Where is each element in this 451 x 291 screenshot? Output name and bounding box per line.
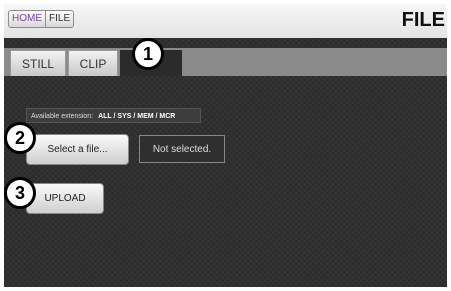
breadcrumb-file[interactable]: FILE	[46, 10, 75, 28]
callout-3: 3	[4, 177, 36, 209]
extension-values: ALL / SYS / MEM / MCR	[98, 113, 176, 120]
header-bar: HOME FILE FILE	[4, 4, 447, 38]
callout-2: 2	[4, 122, 36, 154]
select-file-button[interactable]: Select a file...	[26, 134, 129, 165]
breadcrumb: HOME FILE	[8, 10, 75, 28]
page-title: FILE	[401, 9, 445, 31]
breadcrumb-home[interactable]: HOME	[8, 10, 46, 28]
tab-bar: STILL CLIP R	[4, 48, 447, 76]
app-frame: HOME FILE FILE STILL CLIP R Available ex…	[4, 4, 447, 287]
extension-label-text: Available extension:	[31, 113, 94, 120]
selection-status: Not selected.	[139, 135, 225, 163]
callout-1: 1	[132, 38, 164, 70]
tab-clip[interactable]: CLIP	[68, 50, 118, 76]
upload-button[interactable]: UPLOAD	[26, 183, 104, 214]
available-extension-label: Available extension: ALL / SYS / MEM / M…	[26, 108, 201, 123]
tab-still[interactable]: STILL	[10, 50, 66, 76]
main-panel: STILL CLIP R Available extension: ALL / …	[4, 38, 447, 287]
